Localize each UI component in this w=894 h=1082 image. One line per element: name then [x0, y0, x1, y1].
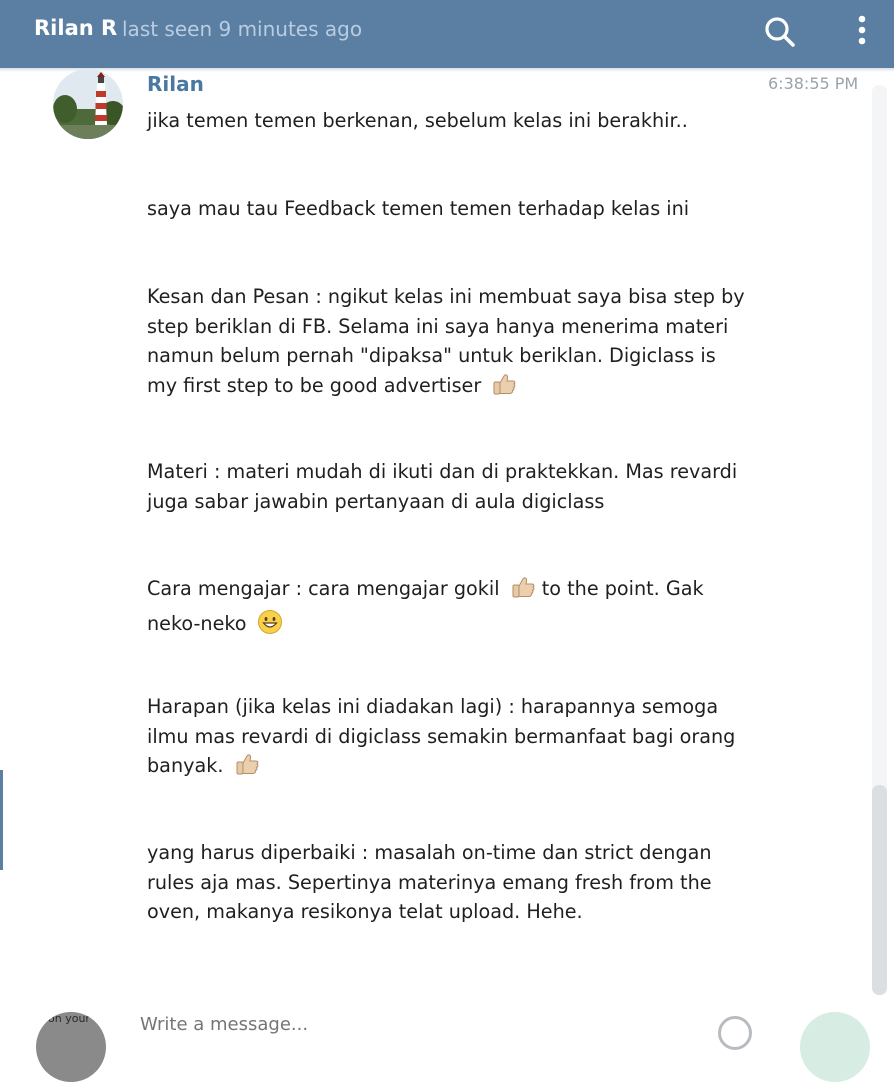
composer-avatar-text: on your: [48, 1012, 90, 1025]
message-paragraph: yang harus diperbaiki : masalah on-time …: [147, 841, 712, 923]
chat-header: Rilan R last seen 9 minutes ago: [0, 0, 894, 68]
message-paragraph: Cara mengajar : cara mengajar gokil to t…: [147, 574, 747, 643]
grinning-face-emoji: [257, 609, 283, 644]
message-text: Kesan dan Pesan : ngikut kelas ini membu…: [147, 285, 745, 397]
last-seen-status: last seen 9 minutes ago: [122, 17, 363, 41]
search-icon[interactable]: [762, 14, 798, 50]
thumbs-up-emoji: [510, 574, 536, 609]
message-line: jika temen temen berkenan, sebelum kelas…: [147, 109, 688, 132]
message-time: 6:38:55 PM: [768, 74, 859, 93]
composer-avatar[interactable]: on your: [36, 1012, 106, 1082]
message-paragraph: Harapan (jika kelas ini diadakan lagi) :…: [147, 692, 747, 786]
sender-name[interactable]: Rilan: [147, 72, 204, 96]
more-options-icon[interactable]: [852, 12, 872, 52]
message-input[interactable]: [140, 1014, 640, 1034]
message-line: saya mau tau Feedback temen temen terhad…: [147, 197, 690, 220]
message-text: Cara mengajar : cara mengajar gokil: [147, 577, 500, 600]
left-accent-bar: [0, 770, 3, 870]
message-paragraph: Kesan dan Pesan : ngikut kelas ini membu…: [147, 282, 747, 405]
send-avatar[interactable]: [800, 1012, 870, 1082]
thumbs-up-emoji: [491, 371, 517, 406]
thumbs-up-emoji: [234, 751, 260, 786]
header-shadow: [0, 68, 894, 72]
sender-avatar[interactable]: [53, 69, 123, 139]
scrollbar-thumb[interactable]: [872, 785, 887, 995]
message-paragraph: Materi : materi mudah di ikuti dan di pr…: [147, 460, 738, 513]
chat-title[interactable]: Rilan R: [34, 16, 117, 40]
emoji-smile-icon[interactable]: [718, 1016, 752, 1050]
